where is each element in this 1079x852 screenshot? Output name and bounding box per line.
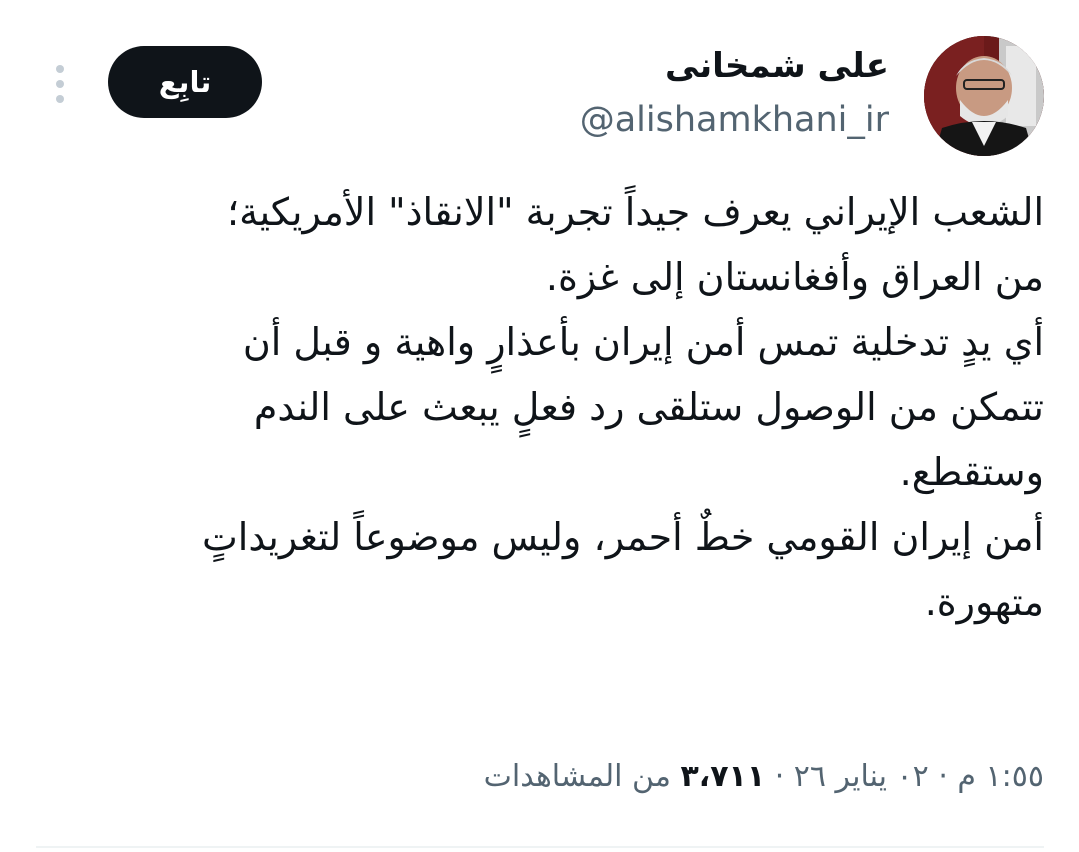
follow-button[interactable]: تابِع bbox=[108, 46, 262, 118]
avatar-photo-icon bbox=[924, 36, 1044, 156]
views-count: ٣،٧١١ bbox=[680, 759, 766, 794]
meta-separator: · bbox=[774, 759, 785, 794]
author-name[interactable]: علی شمخانی bbox=[469, 44, 889, 88]
author-handle[interactable]: @alishamkhani_ir bbox=[469, 98, 889, 142]
divider bbox=[36, 846, 1044, 848]
tweet-time[interactable]: ١:٥٥ م bbox=[957, 759, 1044, 794]
tweet-date[interactable]: ٠٢ يناير ٢٦ bbox=[794, 759, 929, 794]
avatar[interactable] bbox=[924, 36, 1044, 156]
tweet-paragraph: أي يدٍ تدخلية تمس أمن إيران بأعذارٍ واهي… bbox=[242, 320, 1044, 494]
more-vertical-icon[interactable] bbox=[50, 62, 70, 106]
tweet-text: الشعب الإيراني يعرف جيداً تجربة "الانقاذ… bbox=[60, 180, 1044, 635]
views-label: من المشاهدات bbox=[483, 759, 671, 794]
tweet-paragraph: أمن إيران القومي خطٌ أحمر، وليس موضوعاً … bbox=[202, 515, 1044, 624]
tweet-metadata: ١:٥٥ م · ٠٢ يناير ٢٦ · ٣،٧١١ من المشاهدا… bbox=[300, 752, 1044, 802]
meta-separator: · bbox=[938, 759, 948, 794]
tweet-header: علی شمخانی @alishamkhani_ir تابِع bbox=[0, 0, 1079, 160]
tweet-paragraph: الشعب الإيراني يعرف جيداً تجربة "الانقاذ… bbox=[227, 190, 1044, 299]
